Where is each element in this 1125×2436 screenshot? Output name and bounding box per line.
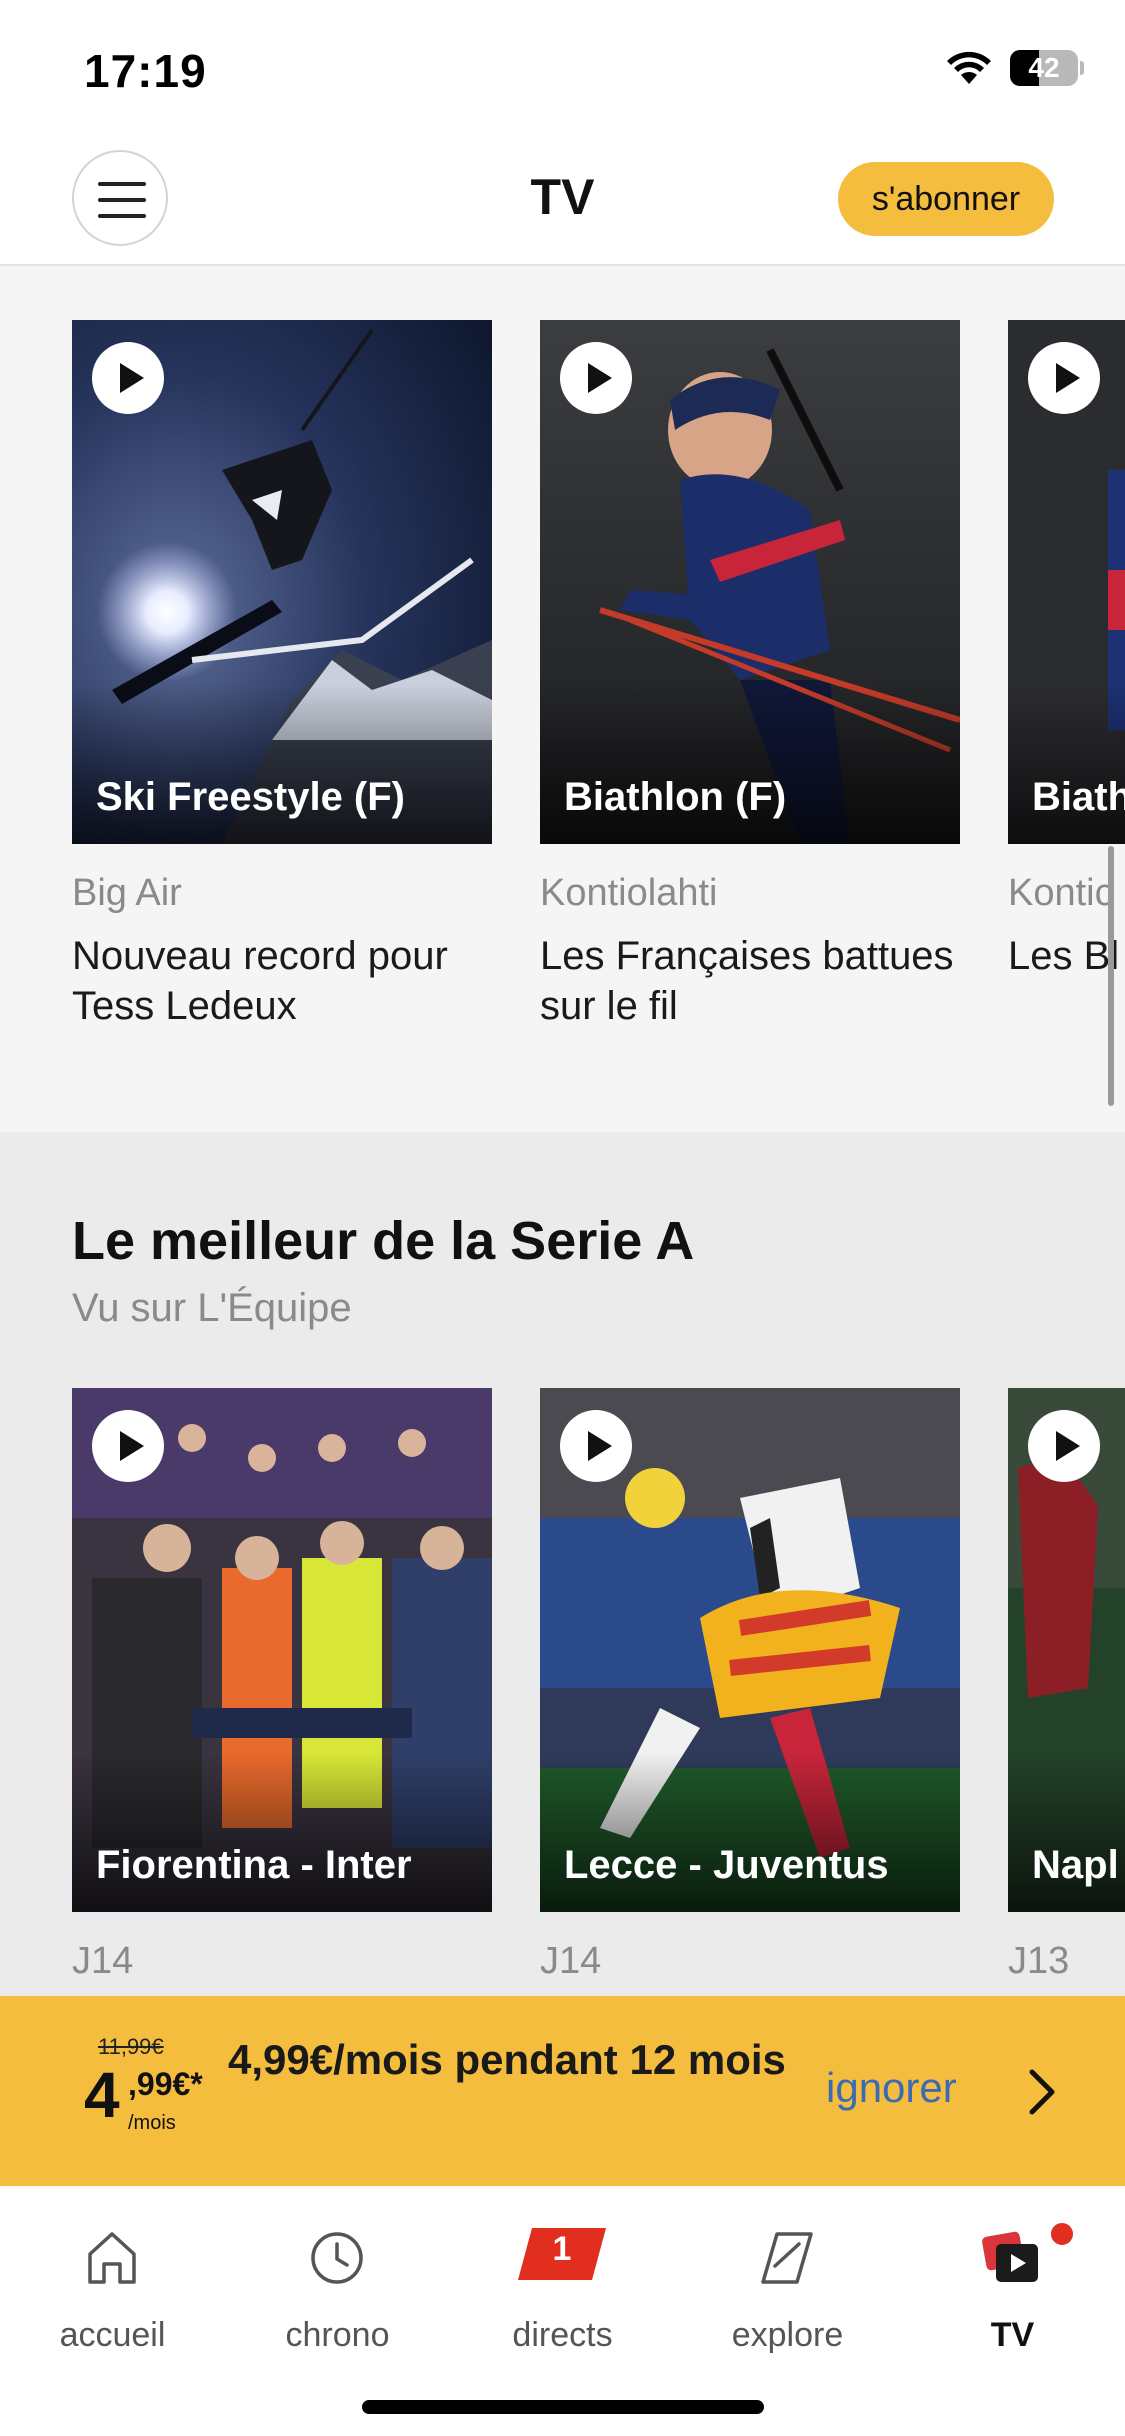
- tab-label: directs: [512, 2316, 613, 2354]
- notification-dot: [1048, 2220, 1076, 2248]
- play-icon[interactable]: [1028, 342, 1100, 414]
- card-headline[interactable]: Les Françaises battues sur le fil: [540, 931, 960, 1031]
- video-card[interactable]: Ski Freestyle (F) Big Air Nouveau record…: [72, 320, 492, 1031]
- wifi-icon: [947, 51, 991, 84]
- play-icon[interactable]: [1028, 1410, 1100, 1482]
- play-icon[interactable]: [560, 1410, 632, 1482]
- content-feed[interactable]: Ski Freestyle (F) Big Air Nouveau record…: [0, 266, 1125, 1996]
- old-price: 11,99€: [98, 2034, 164, 2059]
- section-subtitle: Vu sur L'Équipe: [72, 1286, 352, 1330]
- video-thumbnail[interactable]: Biath: [1008, 320, 1125, 844]
- thumbnail-title: Biath: [1032, 775, 1125, 819]
- card-headline[interactable]: Nouveau record pour Tess Ledeux: [72, 931, 492, 1031]
- card-kicker: Kontiolahti: [540, 872, 718, 914]
- thumbnail-title: Ski Freestyle (F): [96, 775, 406, 819]
- tv-icon: [982, 2231, 1038, 2282]
- promo-banner[interactable]: 11,99€ 4 ,99€* /mois 4,99€/mois pendant …: [0, 1996, 1125, 2186]
- video-thumbnail[interactable]: Napl: [1008, 1388, 1125, 1912]
- video-thumbnail[interactable]: Ski Freestyle (F): [72, 320, 492, 844]
- video-thumbnail[interactable]: Biathlon (F): [540, 320, 960, 844]
- status-time: 17:19: [84, 45, 207, 97]
- play-icon[interactable]: [92, 342, 164, 414]
- live-count: 1: [552, 2230, 572, 2268]
- card-kicker: J14: [540, 1940, 602, 1982]
- video-card[interactable]: Biathlon (F) Kontiolahti Les Françaises …: [540, 320, 960, 1031]
- ignore-button[interactable]: ignorer: [826, 2064, 957, 2112]
- thumbnail-title: Fiorentina - Inter: [96, 1843, 412, 1887]
- battery-level-text: 42: [1028, 52, 1060, 83]
- play-icon[interactable]: [92, 1410, 164, 1482]
- tab-explore[interactable]: explore: [675, 2206, 900, 2366]
- status-bar: 17:19 42: [0, 0, 1125, 140]
- tab-chrono[interactable]: chrono: [225, 2206, 450, 2366]
- video-thumbnail[interactable]: Fiorentina - Inter: [72, 1388, 492, 1912]
- promo-text[interactable]: 4,99€/mois pendant 12 mois: [228, 2026, 788, 2094]
- tab-label: accueil: [59, 2316, 166, 2354]
- section-title: Le meilleur de la Serie A: [72, 1211, 695, 1271]
- explore-icon: [761, 2232, 813, 2284]
- card-kicker: J14: [72, 1940, 134, 1982]
- card-kicker: Big Air: [72, 872, 182, 914]
- tab-label: chrono: [285, 2316, 390, 2354]
- subscribe-button[interactable]: s'abonner: [838, 162, 1054, 236]
- tab-label: explore: [731, 2316, 844, 2354]
- per-month-label: /mois: [128, 2112, 176, 2134]
- card-kicker: J13: [1008, 1940, 1070, 1982]
- home-icon: [88, 2232, 136, 2284]
- card-carousel[interactable]: Fiorentina - Inter J14 Lecce - Juventus …: [72, 1388, 1125, 1983]
- scroll-indicator[interactable]: [1108, 846, 1114, 1106]
- card-carousel[interactable]: Ski Freestyle (F) Big Air Nouveau record…: [72, 320, 1125, 1031]
- play-icon[interactable]: [560, 342, 632, 414]
- section-winter-sports: Ski Freestyle (F) Big Air Nouveau record…: [0, 266, 1125, 1132]
- video-thumbnail[interactable]: Lecce - Juventus: [540, 1388, 960, 1912]
- video-card[interactable]: Napl J13: [1008, 1388, 1125, 1983]
- thumbnail-title: Lecce - Juventus: [564, 1843, 889, 1887]
- new-price-cents: ,99€*: [128, 2066, 203, 2102]
- home-indicator[interactable]: [362, 2400, 764, 2414]
- section-serie-a: Le meilleur de la Serie A Vu sur L'Équip…: [0, 1132, 1125, 1996]
- clock-icon: [311, 2232, 363, 2284]
- thumbnail-title: Biathlon (F): [564, 775, 787, 819]
- chevron-right-icon[interactable]: [1024, 2068, 1060, 2116]
- new-price: 4: [84, 2059, 120, 2131]
- tab-bar: accueil chrono 1 directs explore TV: [0, 2186, 1125, 2436]
- thumbnail-title: Napl: [1032, 1843, 1119, 1887]
- app-header: TV s'abonner: [0, 140, 1125, 266]
- tab-accueil[interactable]: accueil: [0, 2206, 225, 2366]
- tab-directs[interactable]: 1 directs: [450, 2206, 675, 2366]
- video-card[interactable]: Fiorentina - Inter J14: [72, 1388, 492, 1983]
- battery-indicator: 42: [1010, 50, 1084, 86]
- tab-label: TV: [990, 2316, 1035, 2354]
- price-badge: 11,99€ 4 ,99€* /mois: [84, 2034, 203, 2144]
- video-card[interactable]: Lecce - Juventus J14: [540, 1388, 960, 1983]
- tab-tv[interactable]: TV: [900, 2206, 1125, 2366]
